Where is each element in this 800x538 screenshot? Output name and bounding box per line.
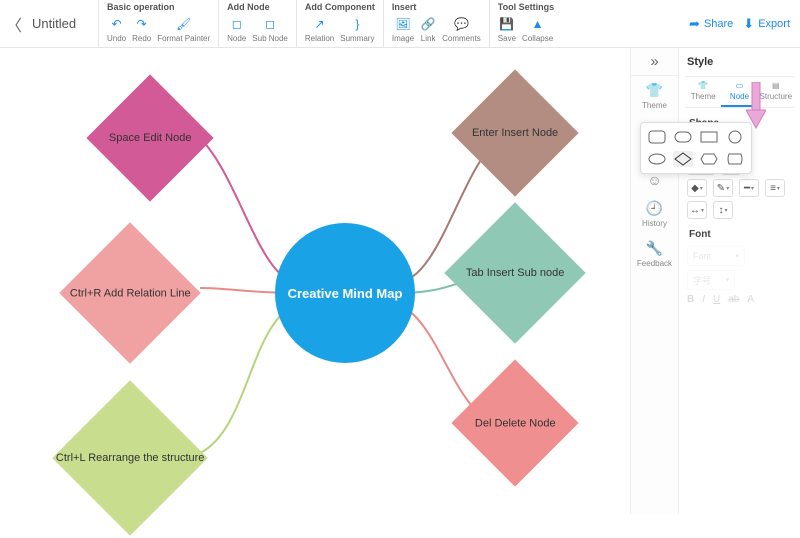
insert-comments-button[interactable]: 💬Comments (442, 16, 481, 43)
group-insert: Insert 🖼Image 🔗Link 💬Comments (383, 0, 489, 47)
line-thickness-button[interactable]: ━▾ (739, 179, 759, 197)
sidebar-tab-theme[interactable]: 👕Theme (631, 76, 678, 116)
smile-icon: ☺ (647, 172, 661, 188)
add-sub-node-button[interactable]: ◻Sub Node (252, 16, 288, 43)
top-actions: ➦Share ⬇Export (689, 0, 800, 47)
right-sidebar: » 👕Theme 🎨Style ☺ 🕘History 🔧Feedback (630, 48, 678, 514)
shape-ellipse[interactable] (647, 151, 667, 167)
save-button[interactable]: 💾Save (498, 16, 516, 43)
shirt-icon: 👕 (698, 81, 708, 90)
shirt-icon: 👕 (646, 82, 663, 99)
spacing-h-button[interactable]: ↔▾ (687, 201, 707, 219)
center-node-label: Creative Mind Map (288, 286, 403, 301)
font-size-select[interactable]: 字号▾ (687, 270, 735, 290)
node-enter-insert[interactable]: Enter Insert Node (451, 69, 578, 196)
italic-button[interactable]: I (702, 294, 705, 305)
group-label: Insert (392, 2, 481, 14)
shape-hexagon[interactable] (699, 151, 719, 167)
export-button[interactable]: ⬇Export (743, 16, 790, 32)
share-icon: ➦ (689, 16, 700, 32)
format-painter-button[interactable]: 🖌Format Painter (157, 16, 210, 43)
node-icon: ◻ (229, 16, 245, 32)
group-add-node: Add Node ◻Node ◻Sub Node (218, 0, 296, 47)
underline-button[interactable]: U (713, 294, 720, 305)
group-label: Add Component (305, 2, 375, 14)
group-label: Add Node (227, 2, 288, 14)
sidebar-tab-feedback[interactable]: 🔧Feedback (631, 234, 678, 274)
redo-button[interactable]: ↷Redo (132, 16, 151, 43)
structure-icon: ▤ (772, 81, 780, 90)
tab-theme[interactable]: 👕Theme (685, 77, 721, 107)
group-tool-settings: Tool Settings 💾Save ▲Collapse (489, 0, 562, 47)
align-button[interactable]: ≡▾ (765, 179, 785, 197)
style-panel: Style 👕Theme ▭Node ▤Structure Shape ◆▾ ◇… (678, 48, 800, 514)
node-icon: ▭ (736, 81, 744, 90)
topbar: 〈 Untitled Basic operation ↶Undo ↷Redo 🖌… (0, 0, 800, 48)
shape-rect[interactable] (699, 129, 719, 145)
summary-button[interactable]: }Summary (340, 16, 374, 43)
group-label: Basic operation (107, 2, 210, 14)
relation-button[interactable]: ↗Relation (305, 16, 334, 43)
collapse-icon: ▲ (530, 16, 546, 32)
brush-icon: 🖌 (176, 16, 192, 32)
wrench-icon: 🔧 (646, 240, 663, 257)
redo-icon: ↷ (134, 16, 150, 32)
node-rearrange[interactable]: Ctrl+L Rearrange the structure (52, 380, 208, 536)
insert-image-button[interactable]: 🖼Image (392, 16, 414, 43)
node-del[interactable]: Del Delete Node (451, 359, 578, 486)
save-icon: 💾 (499, 16, 515, 32)
node-space-edit[interactable]: Space Edit Node (86, 74, 213, 201)
shape-pill[interactable] (673, 129, 693, 145)
relation-icon: ↗ (312, 16, 328, 32)
style-panel-tabs: 👕Theme ▭Node ▤Structure (685, 77, 794, 108)
collapse-button[interactable]: ▲Collapse (522, 16, 553, 43)
node-tab-sub[interactable]: Tab Insert Sub node (444, 202, 585, 343)
center-node[interactable]: Creative Mind Map (275, 223, 415, 363)
line-style-button[interactable]: ✎▾ (713, 179, 733, 197)
group-basic-operation: Basic operation ↶Undo ↷Redo 🖌Format Pain… (98, 0, 218, 47)
paint-bucket-icon: ◆ (691, 183, 699, 194)
bold-button[interactable]: B (687, 294, 694, 305)
summary-icon: } (349, 16, 365, 32)
comment-icon: 💬 (453, 16, 469, 32)
text-color-button[interactable]: A (747, 294, 754, 305)
shape-circle[interactable] (725, 129, 745, 145)
clock-icon: 🕘 (646, 200, 663, 217)
shape-diamond[interactable] (673, 151, 693, 167)
sub-node-icon: ◻ (262, 16, 278, 32)
image-icon: 🖼 (395, 16, 411, 32)
shape-barrel[interactable] (725, 151, 745, 167)
hint-arrow (746, 82, 766, 130)
node-add-relation[interactable]: Ctrl+R Add Relation Line (59, 222, 200, 363)
font-family-select[interactable]: Font▾ (687, 246, 745, 266)
export-icon: ⬇ (743, 16, 754, 32)
group-label: Tool Settings (498, 2, 554, 14)
spacing-v-button[interactable]: ↕▾ (713, 201, 733, 219)
strike-button[interactable]: ab (728, 294, 739, 305)
share-button[interactable]: ➦Share (689, 16, 733, 32)
group-add-component: Add Component ↗Relation }Summary (296, 0, 383, 47)
back-button[interactable]: 〈 (0, 0, 28, 47)
pencil-icon: ✎ (717, 183, 725, 194)
style-panel-title: Style (685, 52, 794, 77)
add-node-button[interactable]: ◻Node (227, 16, 246, 43)
line-color-button[interactable]: ◆▾ (687, 179, 707, 197)
expand-panel-button[interactable]: » (631, 48, 678, 76)
sidebar-tab-history[interactable]: 🕘History (631, 194, 678, 234)
font-section-label: Font (689, 229, 794, 240)
shape-rounded-rect[interactable] (647, 129, 667, 145)
document-title[interactable]: Untitled (28, 0, 98, 47)
link-icon: 🔗 (420, 16, 436, 32)
shape-popover (640, 122, 752, 174)
mindmap-canvas[interactable]: Creative Mind Map Space Edit Node Ctrl+R… (0, 48, 630, 514)
insert-link-button[interactable]: 🔗Link (420, 16, 436, 43)
undo-button[interactable]: ↶Undo (107, 16, 126, 43)
undo-icon: ↶ (109, 16, 125, 32)
